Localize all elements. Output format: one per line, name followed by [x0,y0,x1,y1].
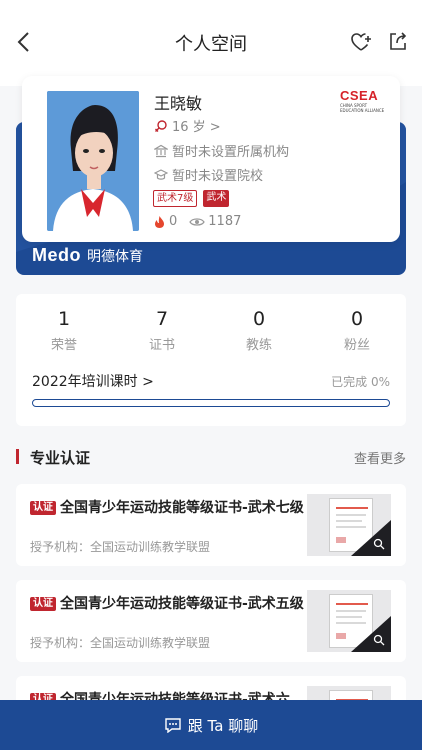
institution-icon [154,144,168,157]
views-stat: 1187 [189,214,241,229]
views-count: 1187 [208,214,242,229]
profile-page: 个人空间 Medo 明德体育 王晓敏 CSEA CHINA SPORT EDUC… [0,0,422,750]
cert-org: 授予机构：全国运动训练教学联盟 [30,540,211,554]
training-status: 已完成 0% [331,375,390,389]
brand-en: Medo [32,245,81,265]
brand-logo: Medo 明德体育 [32,245,143,266]
stat-coaches[interactable]: 0 教练 [219,308,299,353]
chat-button[interactable]: 跟 Ta 聊聊 [0,700,422,750]
cert-title: 认证 全国青少年运动技能等级证书-武术七级 [30,498,304,518]
age-row[interactable]: 16 岁 > [154,116,221,135]
institution-text: 暂时未设置所属机构 [172,145,290,160]
section-marker [16,449,19,464]
view-more-link[interactable]: 查看更多 [354,448,406,467]
likes-stat[interactable]: 0 [153,214,177,229]
cert-card[interactable]: 认证 全国青少年运动技能等级证书-武术五级 授予机构：全国运动训练教学联盟 [16,580,406,662]
profile-mini-stats: 0 1187 [153,214,253,229]
school-text: 暂时未设置院校 [172,169,264,184]
cert-badge: 认证 [30,501,56,515]
tag-list: 武术7级 武术 [153,190,230,207]
stat-value: 1 [57,308,71,330]
chat-button-label: 跟 Ta 聊聊 [187,716,259,735]
cert-badge: 认证 [30,597,56,611]
portrait-image [47,91,139,231]
institution-row: 暂时未设置所属机构 [154,141,289,160]
certification-section-header: 专业认证 查看更多 [16,447,406,467]
cert-card[interactable]: 认证 全国青少年运动技能等级证书-武术七级 授予机构：全国运动训练教学联盟 [16,484,406,566]
tag-level: 武术7级 [153,190,198,207]
cert-title: 认证 全国青少年运动技能等级证书-武术五级 [30,594,304,614]
csea-logo-sub2: EDUCATION ALLIANCE [340,108,385,113]
top-nav: 个人空间 [0,0,422,86]
thumb-corner [351,616,391,652]
profile-card: 王晓敏 CSEA CHINA SPORT EDUCATION ALLIANCE … [22,76,400,242]
tag-sport: 武术 [203,190,230,207]
stat-fans[interactable]: 0 粉丝 [317,308,397,353]
zoom-icon [373,538,385,550]
age-text: 16 岁 > [172,120,221,135]
eye-icon [189,217,205,226]
follow-heart-icon[interactable] [350,31,372,53]
stat-label: 粉丝 [343,338,370,353]
stats-card: 1 荣誉 7 证书 0 教练 0 粉丝 2022年培训课时 > 已完成 0% [16,294,406,426]
profile-photo [47,91,139,231]
stat-value: 0 [350,308,364,330]
cert-thumbnail[interactable] [307,590,391,652]
fire-icon [155,215,164,228]
training-progress-bar [32,399,390,407]
stat-label: 荣誉 [50,338,77,353]
female-icon [155,119,167,132]
stat-label: 证书 [148,338,175,353]
share-icon[interactable] [387,30,409,52]
cert-title-text: 全国青少年运动技能等级证书-武术五级 [60,596,304,612]
cert-thumbnail[interactable] [307,494,391,556]
user-name: 王晓敏 [154,94,203,113]
cert-title-text: 全国青少年运动技能等级证书-武术七级 [60,500,304,516]
stat-certificates[interactable]: 7 证书 [122,308,202,353]
stat-honors[interactable]: 1 荣誉 [24,308,104,353]
stat-value: 7 [155,308,169,330]
training-hours-link[interactable]: 2022年培训课时 > [32,371,154,391]
chat-icon [165,718,181,733]
thumb-corner [351,520,391,556]
stat-label: 教练 [245,338,272,353]
stat-value: 0 [252,308,266,330]
csea-logo-text: CSEA [340,88,379,103]
graduation-cap-icon [154,168,168,180]
zoom-icon [373,634,385,646]
school-row: 暂时未设置院校 [154,165,263,184]
csea-logo: CSEA CHINA SPORT EDUCATION ALLIANCE [340,88,390,113]
brand-cn: 明德体育 [87,249,143,265]
section-title: 专业认证 [30,449,91,467]
cert-org: 授予机构：全国运动训练教学联盟 [30,636,211,650]
likes-count: 0 [169,214,178,229]
